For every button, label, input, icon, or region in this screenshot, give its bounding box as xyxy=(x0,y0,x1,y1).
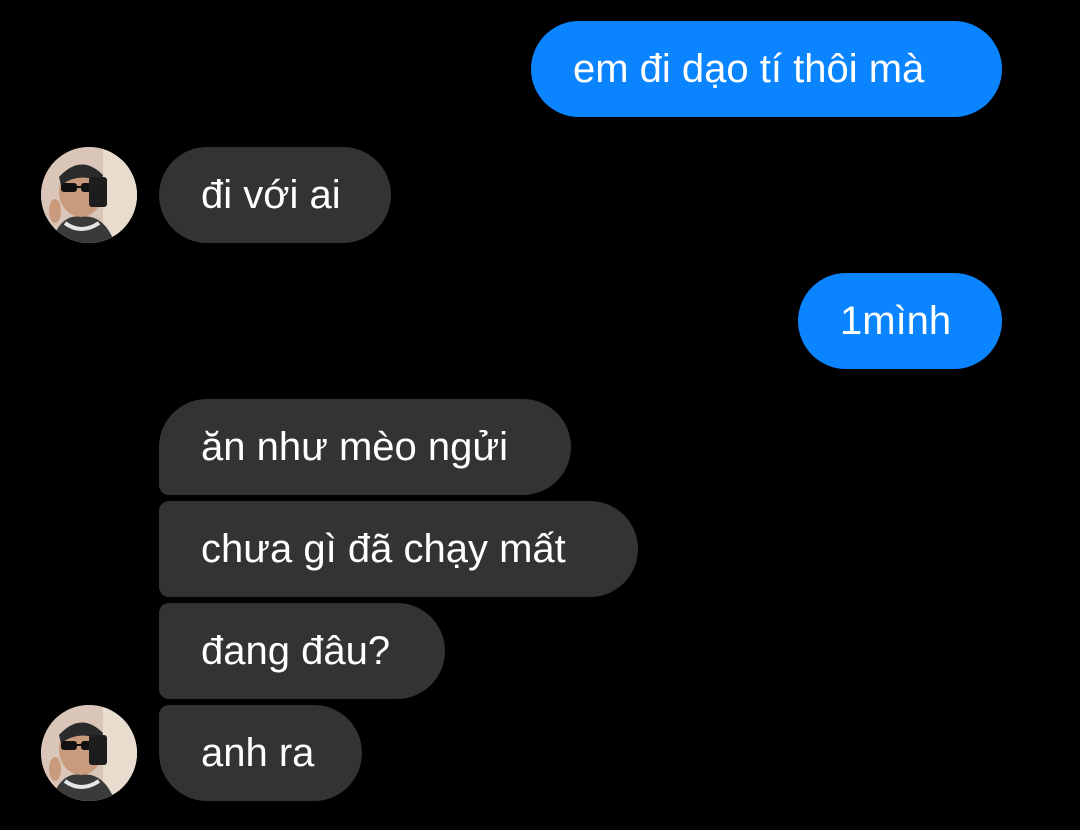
outgoing-message-bubble[interactable]: em đi dạo tí thôi mà xyxy=(531,21,1002,117)
incoming-message-bubble[interactable]: ăn như mèo ngửi xyxy=(159,399,571,495)
avatar-image xyxy=(41,147,137,243)
incoming-message-bubble[interactable]: đi với ai xyxy=(159,147,391,243)
avatar-image xyxy=(41,705,137,801)
contact-avatar[interactable] xyxy=(41,705,137,801)
message-thread: em đi dạo tí thôi mà đi với ai 1mình ăn … xyxy=(0,0,1080,830)
contact-avatar[interactable] xyxy=(41,147,137,243)
incoming-message-bubble[interactable]: chưa gì đã chạy mất xyxy=(159,501,638,597)
incoming-message-bubble[interactable]: đang đâu? xyxy=(159,603,445,699)
incoming-message-bubble[interactable]: anh ra xyxy=(159,705,362,801)
outgoing-message-bubble[interactable]: 1mình xyxy=(798,273,1002,369)
